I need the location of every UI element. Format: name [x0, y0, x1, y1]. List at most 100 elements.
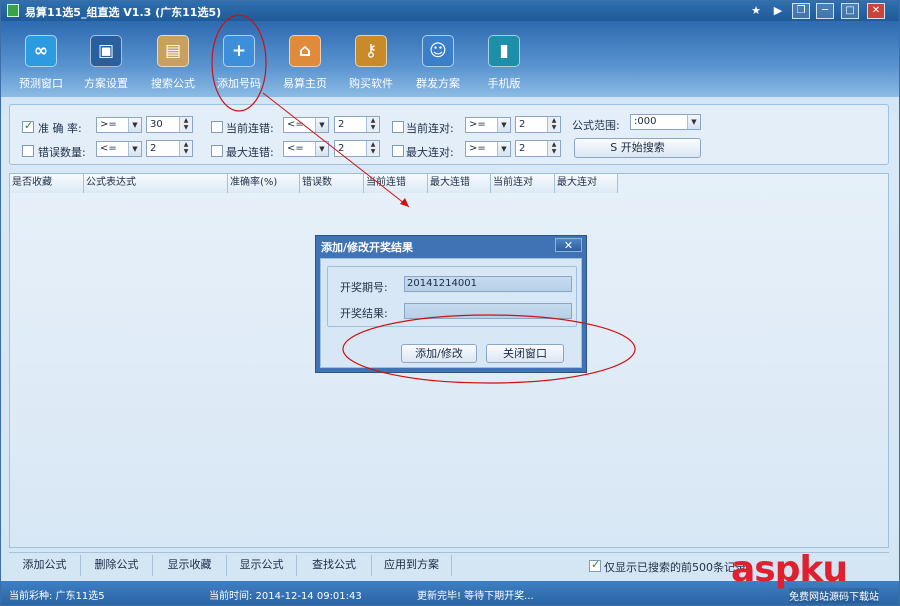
column-header-max-miss[interactable]: 最大连错 [428, 174, 491, 193]
column-header-current-miss[interactable]: 当前连错 [364, 174, 428, 193]
column-header-favorite[interactable]: 是否收藏 [10, 174, 84, 193]
minimize-button[interactable]: ─ [816, 3, 834, 19]
max-miss-operator-select[interactable]: <= ▼ [283, 141, 329, 157]
toolbar-label: 群发方案 [416, 77, 460, 90]
max-hit-value-stepper[interactable]: 2 ▲ ▼ [515, 140, 561, 157]
max-miss-value-stepper[interactable]: 2 ▲ ▼ [334, 140, 380, 157]
max-hit-operator-select[interactable]: >= ▼ [465, 141, 511, 157]
chevron-down-icon: ▼ [128, 118, 141, 132]
show-only-top-label: 仅显示已搜索的前500条记录 [604, 561, 746, 574]
errors-label: 错误数量: [38, 146, 86, 159]
toolbar: ∞ 预测窗口 ▣ 方案设置 ▤ 搜索公式 + 添加号码 ⌂ 易算主页 ⚷ 购买软… [1, 21, 899, 97]
errors-operator-select[interactable]: <= ▼ [96, 141, 142, 157]
dialog-close-button[interactable]: ✕ [555, 238, 582, 252]
current-hit-value-stepper[interactable]: 2 ▲ ▼ [515, 116, 561, 133]
status-lottery: 当前彩种: 广东11选5 [9, 591, 105, 602]
accuracy-label: 准 确 率: [38, 122, 82, 135]
toolbar-add-number[interactable]: + 添加号码 [206, 35, 272, 95]
add-formula-button[interactable]: 添加公式 [9, 555, 81, 576]
monitor-icon: ▣ [90, 35, 122, 67]
toolbar-label: 购买软件 [349, 77, 393, 90]
result-input[interactable] [404, 303, 572, 319]
maximize-button[interactable]: □ [841, 3, 859, 19]
filter-panel: 准 确 率: >=▼ 30▲▼ 当前连错: <=▼ 2▲▼ 当前连对: >=▼ … [9, 104, 889, 165]
show-formulas-button[interactable]: 显示公式 [227, 555, 297, 576]
group-users-icon: ☺ [422, 35, 454, 67]
apply-to-scheme-button[interactable]: 应用到方案 [372, 555, 452, 576]
toolbar-label: 添加号码 [217, 77, 261, 90]
dialog-body: 开奖期号: 20141214001 开奖结果: 添加/修改 关闭窗口 [320, 258, 582, 368]
select-value: >= [100, 119, 117, 130]
select-value: <= [287, 119, 304, 130]
show-only-top-checkbox[interactable] [589, 558, 601, 572]
show-favorites-button[interactable]: 显示收藏 [153, 555, 227, 576]
window-title: 易算11选5_组直选 V1.3 (广东11选5) [25, 6, 222, 19]
accuracy-operator-select[interactable]: >= ▼ [96, 117, 142, 133]
toolbar-search-formula[interactable]: ▤ 搜索公式 [140, 35, 206, 95]
spin-arrows-icon: ▲ ▼ [547, 117, 560, 132]
chevron-down-icon: ▼ [687, 115, 700, 129]
add-edit-button[interactable]: 添加/修改 [401, 344, 477, 363]
toolbar-group-send[interactable]: ☺ 群发方案 [405, 35, 471, 95]
formula-range-select[interactable]: :000 ▼ [630, 114, 701, 130]
chevron-down-icon: ▼ [128, 142, 141, 156]
play-icon[interactable]: ▶ [769, 3, 787, 19]
dialog-title: 添加/修改开奖结果 [321, 241, 414, 254]
select-value: <= [100, 143, 117, 154]
home-icon: ⌂ [289, 35, 321, 67]
prediction-window-icon: ∞ [25, 35, 57, 67]
current-hit-operator-select[interactable]: >= ▼ [465, 117, 511, 133]
close-window-button[interactable]: 关闭窗口 [486, 344, 564, 363]
close-button[interactable]: ✕ [867, 3, 885, 19]
chevron-down-icon: ▼ [315, 118, 328, 132]
toolbar-scheme-settings[interactable]: ▣ 方案设置 [73, 35, 139, 95]
title-bar: 易算11选5_组直选 V1.3 (广东11选5) ★ ▶ ❐ ─ □ ✕ [1, 1, 899, 21]
mobile-icon: ▮ [488, 35, 520, 67]
column-header-max-hit[interactable]: 最大连对 [555, 174, 618, 193]
toolbar-home[interactable]: ⌂ 易算主页 [272, 35, 338, 95]
toolbar-mobile[interactable]: ▮ 手机版 [471, 35, 537, 95]
result-label: 开奖结果: [340, 307, 388, 320]
spin-arrows-icon: ▲ ▼ [366, 117, 379, 132]
max-miss-checkbox[interactable] [211, 145, 223, 157]
current-miss-value-stepper[interactable]: 2 ▲ ▼ [334, 116, 380, 133]
find-formula-button[interactable]: 查找公式 [297, 555, 372, 576]
errors-checkbox[interactable] [22, 145, 34, 157]
stepper-value: 30 [150, 119, 163, 130]
current-miss-operator-select[interactable]: <= ▼ [283, 117, 329, 133]
spin-arrows-icon: ▲ ▼ [547, 141, 560, 156]
column-header-expression[interactable]: 公式表达式 [84, 174, 228, 193]
stepper-value: 2 [519, 119, 526, 130]
current-miss-checkbox[interactable] [211, 121, 223, 133]
stepper-value: 2 [338, 143, 345, 154]
column-header-current-hit[interactable]: 当前连对 [491, 174, 555, 193]
chevron-down-icon: ▼ [315, 142, 328, 156]
toolbar-label: 易算主页 [283, 77, 327, 90]
spin-arrows-icon: ▲ ▼ [366, 141, 379, 156]
dialog-group: 开奖期号: 20141214001 开奖结果: [327, 266, 577, 327]
current-hit-label: 当前连对: [406, 122, 454, 135]
folder-add-icon: + [223, 35, 255, 67]
period-label: 开奖期号: [340, 281, 388, 294]
toolbar-label: 手机版 [487, 77, 521, 90]
toolbar-prediction-window[interactable]: ∞ 预测窗口 [8, 35, 74, 95]
chevron-down-icon: ▼ [497, 118, 510, 132]
select-value: :000 [634, 116, 657, 127]
current-hit-checkbox[interactable] [392, 121, 404, 133]
delete-formula-button[interactable]: 删除公式 [81, 555, 153, 576]
errors-value-stepper[interactable]: 2 ▲ ▼ [146, 140, 193, 157]
accuracy-checkbox[interactable] [22, 119, 34, 133]
status-message: 更新完毕! 等待下期开奖... [417, 591, 534, 602]
watermark-tagline: 免费网站源码下载站 [789, 588, 879, 603]
start-search-button[interactable]: S 开始搜索 [574, 138, 701, 158]
column-header-accuracy[interactable]: 准确率(%) [228, 174, 300, 193]
toolbar-buy-software[interactable]: ⚷ 购买软件 [338, 35, 404, 95]
period-input[interactable]: 20141214001 [404, 276, 572, 292]
accuracy-value-stepper[interactable]: 30 ▲ ▼ [146, 116, 193, 133]
select-value: <= [287, 143, 304, 154]
max-hit-checkbox[interactable] [392, 145, 404, 157]
current-miss-label: 当前连错: [226, 122, 274, 135]
favorite-icon[interactable]: ★ [747, 3, 765, 19]
column-header-errors[interactable]: 错误数 [300, 174, 364, 193]
restore-icon[interactable]: ❐ [792, 3, 810, 19]
